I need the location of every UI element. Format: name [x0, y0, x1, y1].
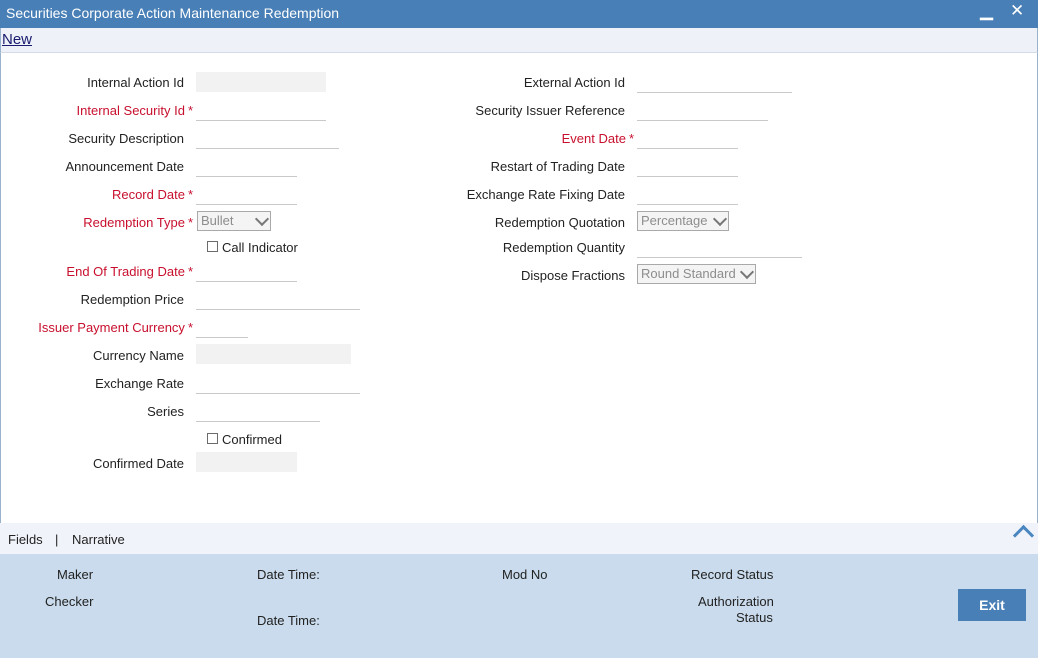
dispose-fractions-select[interactable]: Round Standard: [637, 264, 756, 284]
checker-date-time-label: Date Time:: [257, 613, 320, 628]
event-date-label: Event Date *: [561, 131, 634, 146]
issuer-payment-currency-label: Issuer Payment Currency *: [38, 320, 193, 335]
minimize-icon[interactable]: ▁: [980, 1, 993, 21]
exchange-rate-label: Exchange Rate: [95, 376, 184, 391]
redemption-type-select[interactable]: Bullet: [197, 211, 271, 231]
required-marker: *: [187, 103, 193, 118]
chevron-down-icon: [739, 264, 755, 280]
redemption-type-value: Bullet: [201, 213, 234, 228]
maker-label: Maker: [57, 567, 94, 582]
currency-name-label: Currency Name: [92, 348, 184, 363]
record-date-input[interactable]: [196, 185, 297, 205]
close-icon[interactable]: ✕: [1010, 1, 1024, 21]
required-marker: *: [187, 264, 193, 279]
redemption-quantity-input[interactable]: [637, 238, 802, 258]
issuer-payment-currency-input[interactable]: [196, 318, 248, 338]
exchange-rate-fixing-date-input[interactable]: [637, 185, 738, 205]
confirmed-date-label: Confirmed Date: [92, 456, 184, 471]
record-date-label: Record Date *: [111, 187, 193, 202]
checker-label: Checker: [45, 594, 94, 609]
confirmed-checkbox[interactable]: [207, 433, 218, 444]
security-issuer-reference-input[interactable]: [637, 101, 768, 121]
tab-fields[interactable]: Fields: [8, 532, 43, 547]
announcement-date-input[interactable]: [196, 157, 297, 177]
maker-date-time-label: Date Time:: [257, 567, 320, 582]
required-marker: *: [628, 131, 634, 146]
security-description-input[interactable]: [196, 129, 339, 149]
external-action-id-label: External Action Id: [523, 75, 625, 90]
redemption-quantity-label: Redemption Quantity: [502, 240, 625, 255]
required-marker: *: [187, 215, 193, 230]
required-marker: *: [187, 187, 193, 202]
authorization-status-label-line2: Status: [736, 610, 773, 625]
series-input[interactable]: [196, 402, 320, 422]
dispose-fractions-label: Dispose Fractions: [520, 268, 625, 283]
window-title: Securities Corporate Action Maintenance …: [6, 5, 340, 21]
redemption-quotation-value: Percentage: [641, 213, 708, 228]
chevron-down-icon: [254, 211, 270, 227]
call-indicator-checkbox[interactable]: [207, 241, 218, 252]
announcement-date-label: Announcement Date: [65, 159, 184, 174]
record-status-label: Record Status: [691, 567, 774, 582]
external-action-id-input[interactable]: [637, 73, 792, 93]
tab-narrative[interactable]: Narrative: [72, 532, 125, 547]
end-of-trading-date-input[interactable]: [196, 262, 297, 282]
internal-action-id-input[interactable]: [196, 72, 326, 92]
internal-security-id-input[interactable]: [196, 101, 326, 121]
currency-name-input[interactable]: [196, 344, 351, 364]
tab-separator: |: [55, 532, 59, 547]
window-title-bar: Securities Corporate Action Maintenance …: [0, 0, 1038, 28]
exit-button[interactable]: Exit: [958, 589, 1026, 621]
authorization-status-label-line1: Authorization: [698, 594, 774, 609]
chevron-down-icon: [712, 211, 728, 227]
confirmed-date-input[interactable]: [196, 452, 297, 472]
required-marker: *: [187, 320, 193, 335]
end-of-trading-date-label: End Of Trading Date *: [66, 264, 193, 279]
audit-footer: Maker Checker Date Time: Date Time: Mod …: [0, 554, 1038, 658]
form-content: Internal Action Id Internal Security Id *…: [0, 53, 1038, 523]
mod-no-label: Mod No: [502, 567, 548, 582]
action-bar: New: [0, 28, 1038, 53]
subsystem-tabs: Fields | Narrative: [0, 523, 1038, 554]
call-indicator-label: Call Indicator: [222, 240, 298, 255]
confirmed-label: Confirmed: [222, 432, 282, 447]
exchange-rate-fixing-date-label: Exchange Rate Fixing Date: [466, 187, 625, 202]
internal-security-id-label: Internal Security Id *: [76, 103, 193, 118]
new-button[interactable]: New: [2, 31, 32, 48]
exchange-rate-input[interactable]: [196, 374, 360, 394]
series-label: Series: [147, 404, 184, 419]
dispose-fractions-value: Round Standard: [641, 266, 736, 281]
restart-of-trading-date-label: Restart of Trading Date: [490, 159, 625, 174]
event-date-input[interactable]: [637, 129, 738, 149]
redemption-type-label: Redemption Type *: [83, 215, 193, 230]
restart-of-trading-date-input[interactable]: [637, 157, 738, 177]
redemption-quotation-label: Redemption Quotation: [494, 215, 625, 230]
redemption-price-input[interactable]: [196, 290, 360, 310]
internal-action-id-label: Internal Action Id: [87, 75, 184, 90]
redemption-quotation-select[interactable]: Percentage: [637, 211, 729, 231]
redemption-price-label: Redemption Price: [80, 292, 184, 307]
security-description-label: Security Description: [68, 131, 184, 146]
security-issuer-reference-label: Security Issuer Reference: [475, 103, 625, 118]
